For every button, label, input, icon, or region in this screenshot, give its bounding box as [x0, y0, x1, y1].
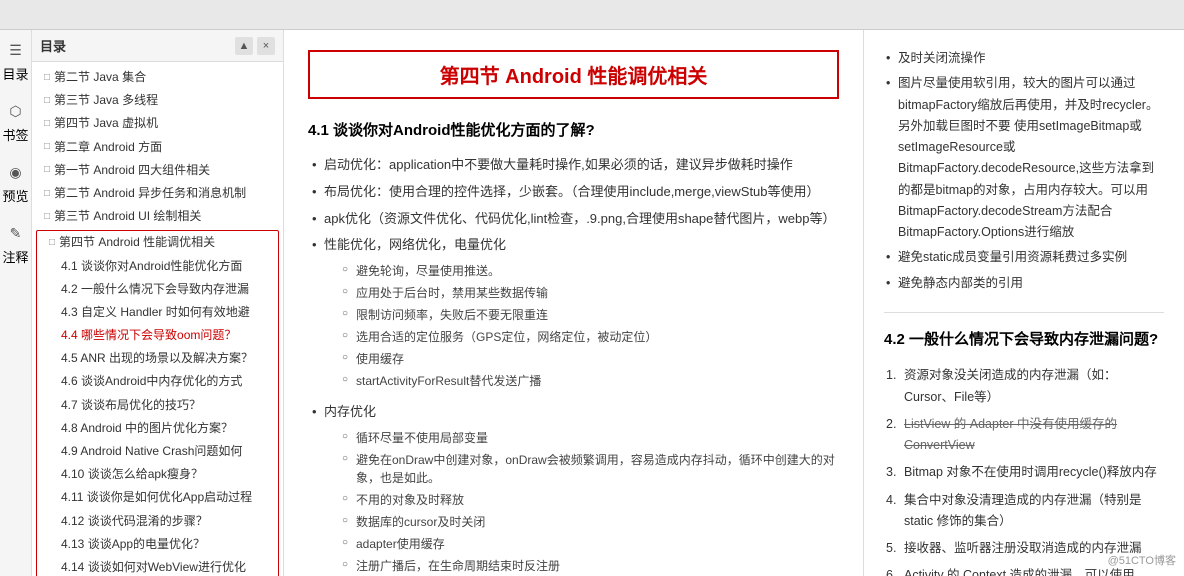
perf-sub-4: 选用合适的定位服务（GPS定位，网络定位，被动定位）	[340, 326, 839, 348]
list-item-memory: 内存优化 循环尽量不使用局部变量 避免在onDraw中创建对象，onDraw会被…	[308, 399, 839, 576]
perf-sub-5: 使用缓存	[340, 348, 839, 370]
section-4-2-heading: 4.2 一般什么情况下会导致内存泄漏问题?	[884, 312, 1164, 353]
sidebar-icons: ☰ 目录 ⬡ 书签 ◉ 预览 ✎ 注释	[0, 30, 32, 576]
right-item-bitmap: 图片尽量使用软引用，较大的图片可以通过bitmapFactory缩放后再使用，并…	[884, 71, 1164, 245]
toc-item-java-jvm[interactable]: □ 第四节 Java 虚拟机	[32, 112, 283, 135]
right-content: 及时关闭流操作 图片尽量使用软引用，较大的图片可以通过bitmapFactory…	[884, 46, 1164, 576]
toc-sub-4-5[interactable]: 4.5 ANR 出现的场景以及解决方案？	[37, 347, 278, 370]
mem-sub-2: 避免在onDraw中创建对象，onDraw会被频繁调用，容易造成内存抖动，循环中…	[340, 449, 839, 489]
right-item-static: 避免static成员变量引用资源耗费过多实例	[884, 245, 1164, 270]
list-item-apk: apk优化（资源文件优化、代码优化,lint检查，.9.png,合理使用shap…	[308, 206, 839, 233]
right-top-list: 及时关闭流操作 图片尽量使用软引用，较大的图片可以通过bitmapFactory…	[884, 46, 1164, 296]
toc-item-java-collection[interactable]: □ 第二节 Java 集合	[32, 66, 283, 89]
perf-sub-2: 应用处于后台时，禁用某些数据传输	[340, 282, 839, 304]
mem-sub-3: 不用的对象及时释放	[340, 489, 839, 511]
preview-icon: ◉	[3, 160, 27, 184]
toc-sub-4-7[interactable]: 4.7 谈谈布局优化的技巧？	[37, 394, 278, 417]
toc-sub-4-4[interactable]: 4.4 哪些情况下会导致oom问题？	[37, 324, 278, 347]
right-item-inner-class: 避免静态内部类的引用	[884, 271, 1164, 296]
toc-sub-4-3[interactable]: 4.3 自定义 Handler 时如何有效地避	[37, 301, 278, 324]
toc-sub-4-10[interactable]: 4.10 谈谈怎么给apk瘦身？	[37, 463, 278, 486]
toc-controls: ▲ ×	[235, 37, 275, 55]
list-item-startup: 启动优化：application中不要做大量耗时操作,如果必须的话，建议异步做耗…	[308, 152, 839, 179]
right-panel: 及时关闭流操作 图片尽量使用软引用，较大的图片可以通过bitmapFactory…	[864, 30, 1184, 576]
toc-sub-4-2[interactable]: 4.2 一般什么情况下会导致内存泄漏	[37, 278, 278, 301]
toc-title: 目录	[40, 36, 66, 55]
section-4-1-title: 4.1 谈谈你对Android性能优化方面的了解?	[308, 119, 839, 140]
sidebar-item-bookmark[interactable]: ⬡ 书签	[2, 99, 28, 144]
sidebar-item-preview[interactable]: ◉ 预览	[2, 160, 28, 205]
section-4-2-list: 资源对象没关闭造成的内存泄漏（如：Cursor、File等） ListView …	[884, 362, 1164, 576]
numbered-item-3: Bitmap 对象不在使用时调用recycle()释放内存	[884, 459, 1164, 486]
toc-item-android-four[interactable]: □ 第一节 Android 四大组件相关	[32, 159, 283, 182]
bookmark-label: 书签	[2, 125, 28, 144]
preview-label: 预览	[2, 186, 28, 205]
list-item-perf: 性能优化，网络优化，电量优化 避免轮询，尽量使用推送。 应用处于后台时，禁用某些…	[308, 232, 839, 399]
toc-item-android-chapter[interactable]: □ 第二章 Android 方面	[32, 136, 283, 159]
mem-sub-1: 循环尽量不使用局部变量	[340, 427, 839, 449]
list-item-layout: 布局优化：使用合理的控件选择，少嵌套。（合理使用include,merge,vi…	[308, 179, 839, 206]
watermark: @51CTO博客	[1108, 552, 1176, 568]
toc-scroll[interactable]: □ 第二节 Java 集合 □ 第三节 Java 多线程 □ 第四节 Java …	[32, 62, 283, 576]
section-4-1-list: 启动优化：application中不要做大量耗时操作,如果必须的话，建议异步做耗…	[308, 152, 839, 576]
toc-header: 目录 ▲ ×	[32, 30, 283, 62]
mem-sub-5: adapter使用缓存	[340, 533, 839, 555]
toc-icon: ☰	[3, 38, 27, 62]
perf-sub-3: 限制访问频率，失败后不要无限重连	[340, 304, 839, 326]
perf-sub-6: startActivityForResult替代发送广播	[340, 370, 839, 392]
main-container: ☰ 目录 ⬡ 书签 ◉ 预览 ✎ 注释 目录 ▲ × □ 第二节	[0, 30, 1184, 576]
toc-sub-4-14[interactable]: 4.14 谈谈如何对WebView进行优化	[37, 556, 278, 576]
strikethrough-text: ListView 的 Adapter 中没有使用缓存的 ConvertView	[904, 417, 1117, 452]
toc-sub-4-11[interactable]: 4.11 谈谈你是如何优化App启动过程	[37, 486, 278, 509]
sidebar-item-toc[interactable]: ☰ 目录	[2, 38, 28, 83]
right-item-stream: 及时关闭流操作	[884, 46, 1164, 71]
toc-item-java-thread[interactable]: □ 第三节 Java 多线程	[32, 89, 283, 112]
toc-up-btn[interactable]: ▲	[235, 37, 253, 55]
toc-sub-4-12[interactable]: 4.12 谈谈代码混淆的步骤？	[37, 510, 278, 533]
toc-item-android-perf[interactable]: □ 第四节 Android 性能调优相关	[37, 231, 278, 254]
toc-sub-4-8[interactable]: 4.8 Android 中的图片优化方案？	[37, 417, 278, 440]
toc-active-section-box: □ 第四节 Android 性能调优相关 4.1 谈谈你对Android性能优化…	[36, 230, 279, 576]
annotation-label: 注释	[2, 247, 28, 266]
numbered-item-4: 集合中对象没清理造成的内存泄漏（特别是 static 修饰的集合）	[884, 487, 1164, 536]
toc-sub-4-9[interactable]: 4.9 Android Native Crash问题如何	[37, 440, 278, 463]
toc-sub-4-13[interactable]: 4.13 谈谈App的电量优化？	[37, 533, 278, 556]
toc-close-btn[interactable]: ×	[257, 37, 275, 55]
toc-item-android-async[interactable]: □ 第二节 Android 异步任务和消息机制	[32, 182, 283, 205]
toc-panel: 目录 ▲ × □ 第二节 Java 集合 □ 第三节 Java 多线程 □ 第四…	[32, 30, 284, 576]
toolbar	[0, 0, 1184, 30]
toc-item-android-ui[interactable]: □ 第三节 Android UI 绘制相关	[32, 205, 283, 228]
sidebar-item-annotation[interactable]: ✎ 注释	[2, 221, 28, 266]
perf-sub-1: 避免轮询，尽量使用推送。	[340, 260, 839, 282]
section-main-title: 第四节 Android 性能调优相关	[308, 50, 839, 99]
toc-sub-4-1[interactable]: 4.1 谈谈你对Android性能优化方面	[37, 255, 278, 278]
memory-sub-list: 循环尽量不使用局部变量 避免在onDraw中创建对象，onDraw会被频繁调用，…	[340, 427, 839, 576]
toc-sub-4-6[interactable]: 4.6 谈谈Android中内存优化的方式	[37, 370, 278, 393]
numbered-item-1: 资源对象没关闭造成的内存泄漏（如：Cursor、File等）	[884, 362, 1164, 411]
content-panel: 第四节 Android 性能调优相关 4.1 谈谈你对Android性能优化方面…	[284, 30, 864, 576]
mem-sub-4: 数据库的cursor及时关闭	[340, 511, 839, 533]
mem-sub-6: 注册广播后，在生命周期结束时反注册	[340, 555, 839, 576]
annotation-icon: ✎	[3, 221, 27, 245]
toc-label: 目录	[2, 64, 28, 83]
bookmark-icon: ⬡	[3, 99, 27, 123]
numbered-item-2: ListView 的 Adapter 中没有使用缓存的 ConvertView	[884, 411, 1164, 460]
perf-sub-list: 避免轮询，尽量使用推送。 应用处于后台时，禁用某些数据传输 限制访问频率，失败后…	[340, 260, 839, 392]
